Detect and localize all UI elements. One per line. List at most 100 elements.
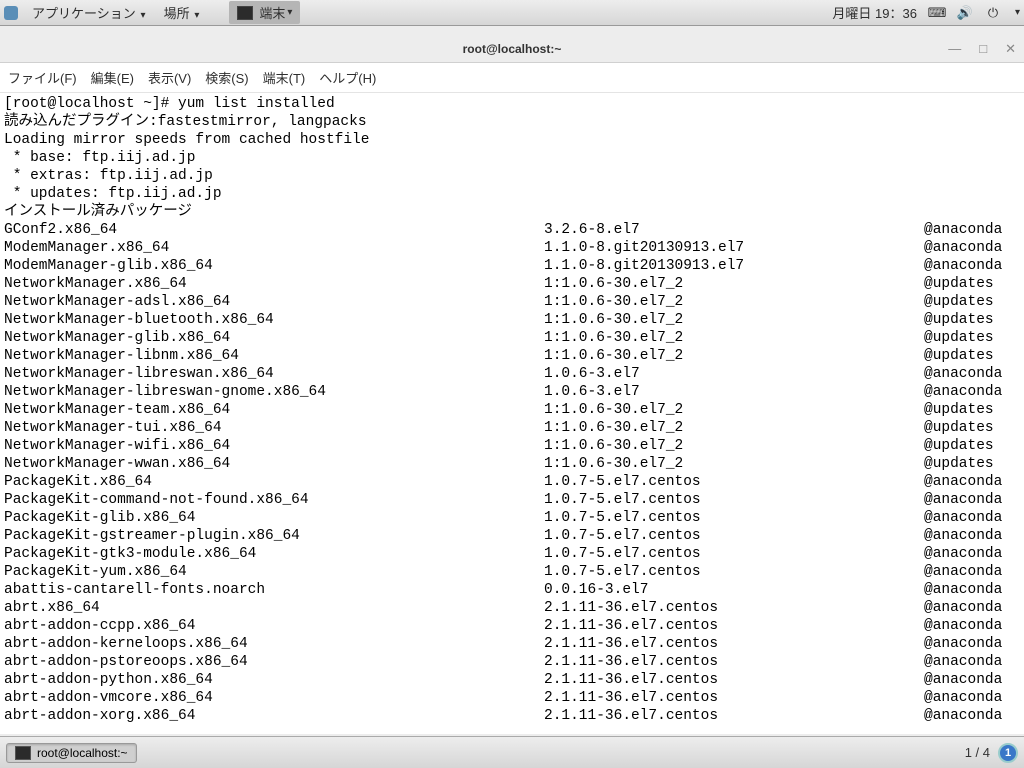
active-window-label: 端末 <box>259 3 285 22</box>
package-repo: @anaconda <box>924 653 1020 671</box>
keyboard-icon[interactable]: ⌨ <box>929 5 945 21</box>
package-repo: @anaconda <box>924 707 1020 725</box>
package-repo: @anaconda <box>924 635 1020 653</box>
terminal-line: * extras: ftp.iij.ad.jp <box>4 167 1020 185</box>
package-repo: @anaconda <box>924 509 1020 527</box>
package-name: NetworkManager-libreswan.x86_64 <box>4 365 544 383</box>
package-repo: @anaconda <box>924 473 1020 491</box>
package-repo: @anaconda <box>924 599 1020 617</box>
package-name: abrt-addon-pstoreoops.x86_64 <box>4 653 544 671</box>
terminal-line: [root@localhost ~]# yum list installed <box>4 95 1020 113</box>
package-name: NetworkManager-glib.x86_64 <box>4 329 544 347</box>
applications-menu[interactable]: アプリケーション ▾ <box>24 1 154 24</box>
maximize-button[interactable]: □ <box>979 41 987 57</box>
close-button[interactable]: ✕ <box>1005 41 1016 57</box>
package-name: GConf2.x86_64 <box>4 221 544 239</box>
taskbar-item-label: root@localhost:~ <box>37 746 128 760</box>
package-name: NetworkManager-adsl.x86_64 <box>4 293 544 311</box>
package-repo: @anaconda <box>924 239 1020 257</box>
package-repo: @anaconda <box>924 365 1020 383</box>
terminal-line: Loading mirror speeds from cached hostfi… <box>4 131 1020 149</box>
package-row: NetworkManager-glib.x86_641:1.0.6-30.el7… <box>4 329 1020 347</box>
package-version: 1.1.0-8.git20130913.el7 <box>544 239 924 257</box>
menu-file[interactable]: ファイル(F) <box>8 68 77 87</box>
package-row: NetworkManager-wifi.x86_641:1.0.6-30.el7… <box>4 437 1020 455</box>
volume-icon[interactable]: 🔊 <box>957 5 973 21</box>
menu-edit[interactable]: 編集(E) <box>91 68 134 87</box>
package-name: NetworkManager-team.x86_64 <box>4 401 544 419</box>
terminal-line: * base: ftp.iij.ad.jp <box>4 149 1020 167</box>
package-name: abrt-addon-xorg.x86_64 <box>4 707 544 725</box>
package-repo: @updates <box>924 293 1020 311</box>
minimize-button[interactable]: — <box>948 41 961 57</box>
package-name: ModemManager-glib.x86_64 <box>4 257 544 275</box>
power-icon[interactable]: ⏻ <box>985 5 1001 21</box>
package-name: PackageKit-yum.x86_64 <box>4 563 544 581</box>
package-repo: @anaconda <box>924 491 1020 509</box>
clock[interactable]: 月曜日 19：36 <box>832 3 917 22</box>
package-name: NetworkManager-wifi.x86_64 <box>4 437 544 455</box>
gnome-logo-icon <box>4 6 18 20</box>
package-repo: @anaconda <box>924 383 1020 401</box>
package-repo: @anaconda <box>924 563 1020 581</box>
package-repo: @anaconda <box>924 671 1020 689</box>
package-version: 1:1.0.6-30.el7_2 <box>544 419 924 437</box>
titlebar[interactable]: root@localhost:~ — □ ✕ <box>0 35 1024 63</box>
chevron-down-icon: ▾ <box>192 10 200 21</box>
package-version: 1:1.0.6-30.el7_2 <box>544 347 924 365</box>
package-repo: @updates <box>924 347 1020 365</box>
package-name: abrt.x86_64 <box>4 599 544 617</box>
terminal-output[interactable]: [root@localhost ~]# yum list installed読み… <box>0 93 1024 734</box>
package-name: PackageKit-gtk3-module.x86_64 <box>4 545 544 563</box>
package-version: 2.1.11-36.el7.centos <box>544 653 924 671</box>
package-row: abrt-addon-kerneloops.x86_642.1.11-36.el… <box>4 635 1020 653</box>
package-repo: @anaconda <box>924 617 1020 635</box>
package-name: PackageKit-gstreamer-plugin.x86_64 <box>4 527 544 545</box>
menu-terminal[interactable]: 端末(T) <box>263 68 306 87</box>
package-row: NetworkManager-libnm.x86_641:1.0.6-30.el… <box>4 347 1020 365</box>
package-name: NetworkManager-libnm.x86_64 <box>4 347 544 365</box>
workspace-switcher[interactable]: 1 <box>998 743 1018 763</box>
package-version: 1:1.0.6-30.el7_2 <box>544 311 924 329</box>
package-row: NetworkManager-tui.x86_641:1.0.6-30.el7_… <box>4 419 1020 437</box>
package-repo: @updates <box>924 437 1020 455</box>
workspace-indicator-label: 1 / 4 <box>965 745 990 760</box>
package-row: abrt-addon-python.x86_642.1.11-36.el7.ce… <box>4 671 1020 689</box>
menu-search[interactable]: 検索(S) <box>205 68 248 87</box>
package-row: NetworkManager.x86_641:1.0.6-30.el7_2@up… <box>4 275 1020 293</box>
package-row: GConf2.x86_643.2.6-8.el7@anaconda <box>4 221 1020 239</box>
package-version: 2.1.11-36.el7.centos <box>544 617 924 635</box>
package-name: abrt-addon-kerneloops.x86_64 <box>4 635 544 653</box>
package-version: 1.0.7-5.el7.centos <box>544 563 924 581</box>
package-row: PackageKit-gstreamer-plugin.x86_641.0.7-… <box>4 527 1020 545</box>
active-window-indicator[interactable]: 端末 ▾ <box>229 1 300 24</box>
taskbar-item-terminal[interactable]: root@localhost:~ <box>6 743 137 763</box>
package-row: NetworkManager-adsl.x86_641:1.0.6-30.el7… <box>4 293 1020 311</box>
package-repo: @anaconda <box>924 581 1020 599</box>
package-version: 1.0.7-5.el7.centos <box>544 527 924 545</box>
package-version: 1:1.0.6-30.el7_2 <box>544 455 924 473</box>
package-version: 1:1.0.6-30.el7_2 <box>544 329 924 347</box>
package-name: NetworkManager-libreswan-gnome.x86_64 <box>4 383 544 401</box>
package-repo: @updates <box>924 311 1020 329</box>
places-menu[interactable]: 場所 ▾ <box>156 1 208 24</box>
chevron-down-icon: ▾ <box>138 10 146 21</box>
terminal-line: * updates: ftp.iij.ad.jp <box>4 185 1020 203</box>
package-row: PackageKit.x86_641.0.7-5.el7.centos@anac… <box>4 473 1020 491</box>
package-row: PackageKit-glib.x86_641.0.7-5.el7.centos… <box>4 509 1020 527</box>
menu-view[interactable]: 表示(V) <box>148 68 191 87</box>
package-name: NetworkManager-wwan.x86_64 <box>4 455 544 473</box>
package-row: NetworkManager-libreswan.x86_641.0.6-3.e… <box>4 365 1020 383</box>
terminal-line: インストール済みパッケージ <box>4 203 1020 221</box>
package-version: 1.0.7-5.el7.centos <box>544 491 924 509</box>
package-repo: @updates <box>924 275 1020 293</box>
package-name: PackageKit.x86_64 <box>4 473 544 491</box>
menu-help[interactable]: ヘルプ(H) <box>319 68 376 87</box>
package-name: abrt-addon-python.x86_64 <box>4 671 544 689</box>
package-row: abrt-addon-pstoreoops.x86_642.1.11-36.el… <box>4 653 1020 671</box>
package-version: 0.0.16-3.el7 <box>544 581 924 599</box>
package-version: 1.0.7-5.el7.centos <box>544 473 924 491</box>
package-name: abrt-addon-vmcore.x86_64 <box>4 689 544 707</box>
package-repo: @updates <box>924 401 1020 419</box>
package-repo: @updates <box>924 329 1020 347</box>
